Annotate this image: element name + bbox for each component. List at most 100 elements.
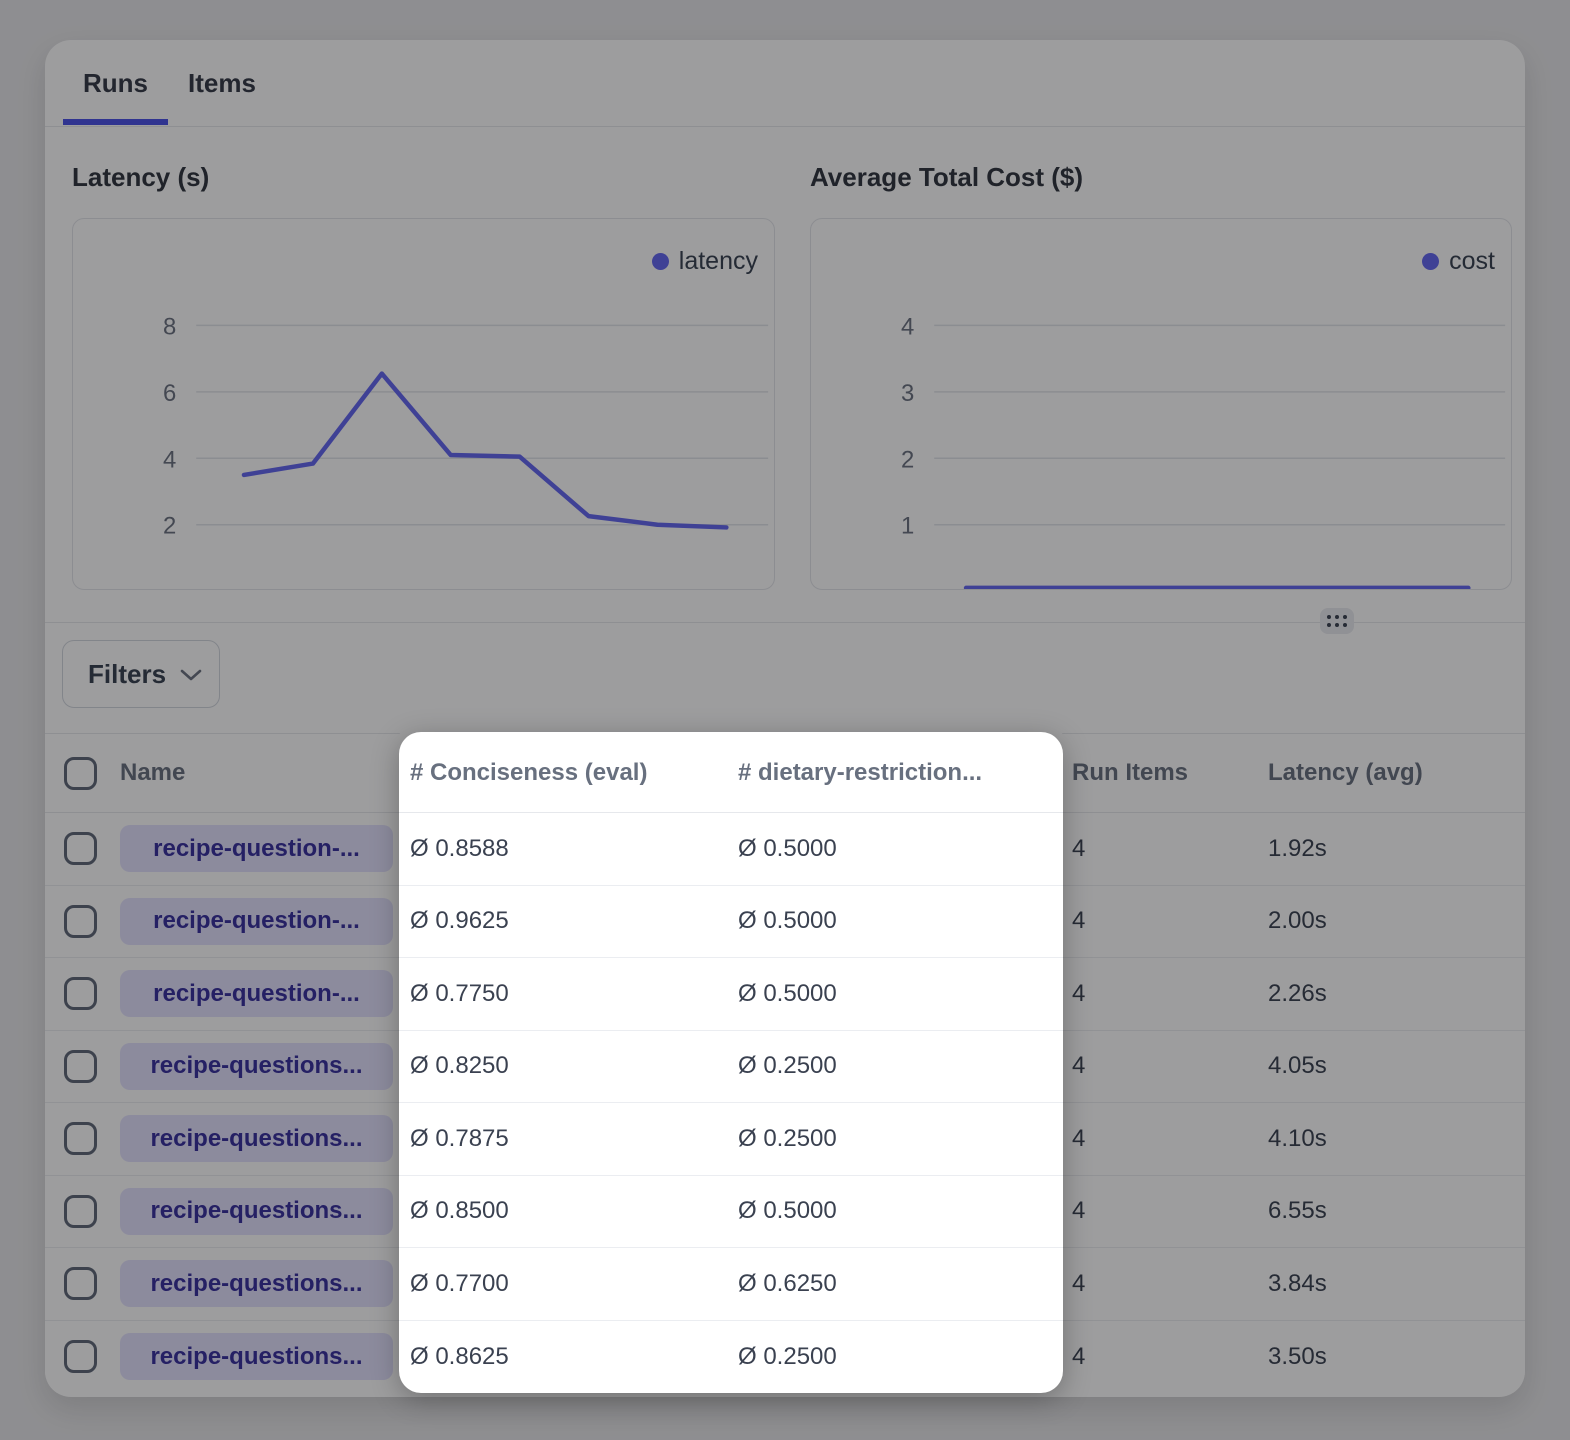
run-items-cell: 4 <box>1063 907 1268 935</box>
table-row[interactable]: recipe-questions... Ø 0.7700 Ø 0.6250 4 … <box>45 1248 1525 1321</box>
run-name-cell: recipe-questions... <box>120 1333 397 1380</box>
conciseness-score-cell: Ø 0.8250 <box>397 1052 738 1080</box>
row-select-cell <box>45 1267 120 1300</box>
row-checkbox[interactable] <box>64 977 97 1010</box>
latency-legend: latency <box>652 247 758 276</box>
run-name-badge[interactable]: recipe-questions... <box>120 1188 393 1235</box>
row-select-cell <box>45 905 120 938</box>
row-select-cell <box>45 977 120 1010</box>
table-row[interactable]: recipe-questions... Ø 0.7875 Ø 0.2500 4 … <box>45 1103 1525 1176</box>
page-background: Runs Items Latency (s) 8642 latency Aver… <box>0 0 1570 1440</box>
row-select-cell <box>45 1050 120 1083</box>
svg-text:8: 8 <box>163 313 176 340</box>
filters-button-label: Filters <box>88 659 166 690</box>
row-select-cell <box>45 832 120 865</box>
run-name-cell: recipe-question-... <box>120 970 397 1017</box>
conciseness-score-cell: Ø 0.8625 <box>397 1343 738 1371</box>
table-row[interactable]: recipe-question-... Ø 0.7750 Ø 0.5000 4 … <box>45 958 1525 1031</box>
table-row[interactable]: recipe-questions... Ø 0.8500 Ø 0.5000 4 … <box>45 1176 1525 1249</box>
tab-bar: Runs Items <box>45 40 1525 127</box>
dietary-score-cell: Ø 0.2500 <box>738 1052 1063 1080</box>
run-items-cell: 4 <box>1063 1052 1268 1080</box>
run-items-cell: 4 <box>1063 1197 1268 1225</box>
latency-legend-dot-icon <box>652 253 669 270</box>
latency-avg-cell: 2.00s <box>1268 907 1525 935</box>
filters-button[interactable]: Filters <box>62 640 220 708</box>
cost-line-chart: 4321 <box>811 219 1511 589</box>
run-items-cell: 4 <box>1063 980 1268 1008</box>
select-all-checkbox[interactable] <box>64 757 97 790</box>
row-checkbox[interactable] <box>64 1050 97 1083</box>
latency-avg-cell: 4.05s <box>1268 1052 1525 1080</box>
svg-text:2: 2 <box>901 446 914 473</box>
row-checkbox[interactable] <box>64 905 97 938</box>
latency-avg-cell: 2.26s <box>1268 980 1525 1008</box>
latency-avg-cell: 1.92s <box>1268 835 1525 863</box>
latency-avg-cell: 4.10s <box>1268 1125 1525 1153</box>
row-checkbox[interactable] <box>64 1122 97 1155</box>
dietary-score-cell: Ø 0.2500 <box>738 1125 1063 1153</box>
row-select-cell <box>45 1195 120 1228</box>
dietary-score-cell: Ø 0.5000 <box>738 835 1063 863</box>
run-name-badge[interactable]: recipe-questions... <box>120 1260 393 1307</box>
run-name-badge[interactable]: recipe-question-... <box>120 970 393 1017</box>
conciseness-score-cell: Ø 0.7750 <box>397 980 738 1008</box>
run-name-cell: recipe-questions... <box>120 1188 397 1235</box>
runs-table: Name # Conciseness (eval) # dietary-rest… <box>45 733 1525 1397</box>
table-header-row: Name # Conciseness (eval) # dietary-rest… <box>45 733 1525 813</box>
row-checkbox[interactable] <box>64 1267 97 1300</box>
column-header-latency-avg[interactable]: Latency (avg) <box>1268 759 1525 787</box>
svg-text:3: 3 <box>901 380 914 407</box>
latency-chart-title: Latency (s) <box>72 162 209 193</box>
select-all-cell <box>45 757 120 790</box>
run-name-badge[interactable]: recipe-question-... <box>120 825 393 872</box>
run-name-badge[interactable]: recipe-question-... <box>120 898 393 945</box>
svg-text:6: 6 <box>163 380 176 407</box>
runs-panel: Runs Items Latency (s) 8642 latency Aver… <box>45 40 1525 1397</box>
table-row[interactable]: recipe-questions... Ø 0.8625 Ø 0.2500 4 … <box>45 1321 1525 1394</box>
dietary-score-cell: Ø 0.2500 <box>738 1343 1063 1371</box>
tab-runs[interactable]: Runs <box>63 40 168 126</box>
svg-text:4: 4 <box>163 446 176 473</box>
dietary-score-cell: Ø 0.5000 <box>738 980 1063 1008</box>
cost-legend: cost <box>1422 247 1495 276</box>
dietary-score-cell: Ø 0.6250 <box>738 1270 1063 1298</box>
table-body: recipe-question-... Ø 0.8588 Ø 0.5000 4 … <box>45 813 1525 1393</box>
tab-items[interactable]: Items <box>168 40 276 126</box>
run-name-badge[interactable]: recipe-questions... <box>120 1043 393 1090</box>
run-name-badge[interactable]: recipe-questions... <box>120 1115 393 1162</box>
resize-drag-handle-icon[interactable] <box>1320 608 1354 634</box>
row-select-cell <box>45 1340 120 1373</box>
run-name-cell: recipe-question-... <box>120 825 397 872</box>
run-name-badge[interactable]: recipe-questions... <box>120 1333 393 1380</box>
conciseness-score-cell: Ø 0.8588 <box>397 835 738 863</box>
conciseness-score-cell: Ø 0.7700 <box>397 1270 738 1298</box>
latency-legend-label: latency <box>679 247 758 276</box>
cost-legend-dot-icon <box>1422 253 1439 270</box>
run-name-cell: recipe-questions... <box>120 1260 397 1307</box>
run-name-cell: recipe-question-... <box>120 898 397 945</box>
svg-text:2: 2 <box>163 513 176 540</box>
latency-avg-cell: 3.84s <box>1268 1270 1525 1298</box>
column-header-run-items[interactable]: Run Items <box>1063 759 1268 787</box>
latency-chart-panel: 8 6 4 2 latency <box>72 218 775 590</box>
run-items-cell: 4 <box>1063 1270 1268 1298</box>
column-header-name[interactable]: Name <box>120 759 397 787</box>
column-header-conciseness[interactable]: # Conciseness (eval) <box>397 759 738 787</box>
run-name-cell: recipe-questions... <box>120 1115 397 1162</box>
row-checkbox[interactable] <box>64 832 97 865</box>
conciseness-score-cell: Ø 0.8500 <box>397 1197 738 1225</box>
cost-legend-label: cost <box>1449 247 1495 276</box>
table-row[interactable]: recipe-question-... Ø 0.9625 Ø 0.5000 4 … <box>45 886 1525 959</box>
run-items-cell: 4 <box>1063 1343 1268 1371</box>
table-row[interactable]: recipe-question-... Ø 0.8588 Ø 0.5000 4 … <box>45 813 1525 886</box>
table-row[interactable]: recipe-questions... Ø 0.8250 Ø 0.2500 4 … <box>45 1031 1525 1104</box>
latency-avg-cell: 6.55s <box>1268 1197 1525 1225</box>
latency-avg-cell: 3.50s <box>1268 1343 1525 1371</box>
row-checkbox[interactable] <box>64 1340 97 1373</box>
section-divider <box>45 622 1525 623</box>
tab-items-label: Items <box>188 68 256 99</box>
row-checkbox[interactable] <box>64 1195 97 1228</box>
column-header-dietary-restriction[interactable]: # dietary-restriction... <box>738 759 1063 787</box>
cost-chart-panel: 4321 cost <box>810 218 1512 590</box>
